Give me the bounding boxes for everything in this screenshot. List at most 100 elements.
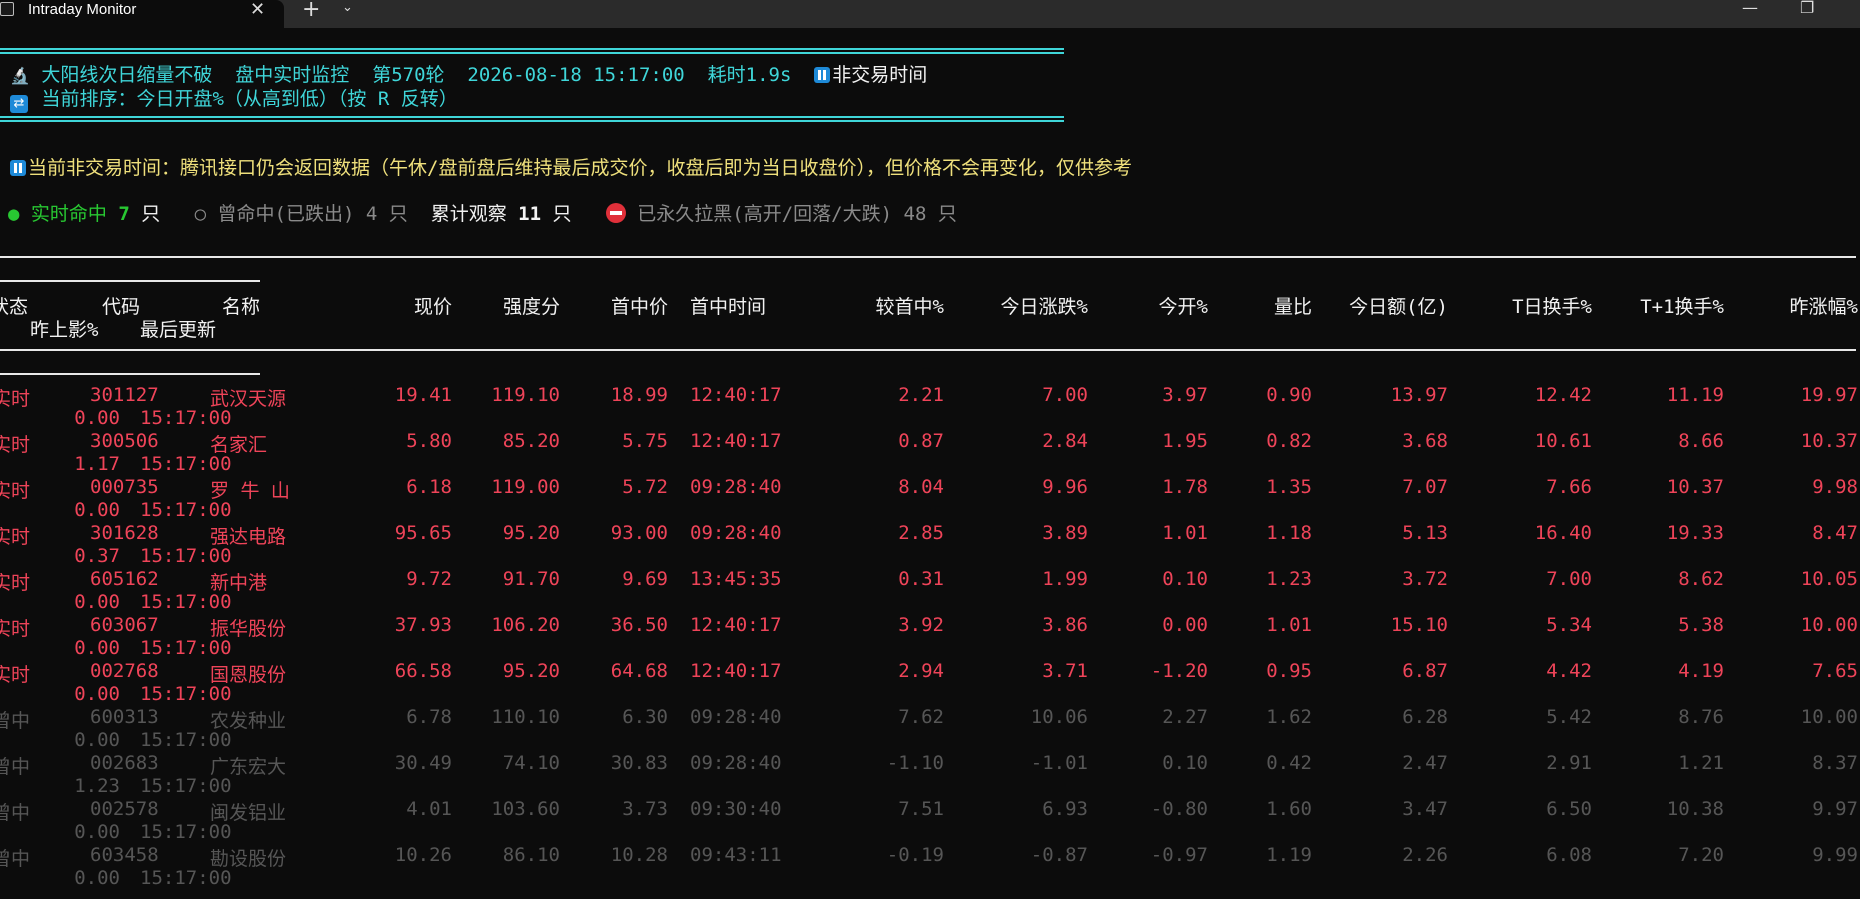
cell-first-time: 09:30:40 [690, 798, 782, 820]
notice-text: 当前非交易时间：腾讯接口仍会返回数据（午休/盘前盘后维持最后成交价，收盘后即为当… [28, 157, 1132, 179]
cell-t-turnover: 7.66 [1546, 476, 1592, 498]
cell-amount: 3.68 [1402, 430, 1448, 452]
cell-code: 000735 [90, 476, 159, 498]
cell-vol-ratio: 1.19 [1266, 844, 1312, 866]
cell-last-update: 15:17:00 [140, 407, 232, 429]
cell-first-price: 5.72 [622, 476, 668, 498]
strategy-name: 大阳线次日缩量不破 [41, 64, 213, 86]
cell-first-time: 09:28:40 [690, 752, 782, 774]
cell-amount: 15.10 [1390, 614, 1448, 636]
cell-prev-shadow: 0.00 [74, 867, 120, 889]
cell-t-turnover: 2.91 [1546, 752, 1592, 774]
cell-first-time: 13:45:35 [690, 568, 782, 590]
live-hits-count: 7 [118, 203, 130, 225]
tab-dropdown-icon[interactable]: ⌄ [342, 0, 353, 15]
cell-amount: 2.26 [1402, 844, 1448, 866]
cell-vs-first: -0.19 [886, 844, 944, 866]
pause-icon [814, 67, 831, 83]
cell-t1-turnover: 10.38 [1666, 798, 1724, 820]
cell-t1-turnover: 7.20 [1678, 844, 1724, 866]
cell-code: 301127 [90, 384, 159, 406]
cell-t-turnover: 4.42 [1546, 660, 1592, 682]
cell-open: 0.00 [1162, 614, 1208, 636]
notice-line: 当前非交易时间：腾讯接口仍会返回数据（午休/盘前盘后维持最后成交价，收盘后即为当… [10, 153, 1132, 180]
cell-first-price: 64.68 [610, 660, 668, 682]
cell-change: 3.71 [1042, 660, 1088, 682]
col-t1-turnover: T+1换手% [1640, 296, 1724, 318]
hollow-circle-icon: ○ [194, 203, 207, 225]
unit: 只 [552, 203, 572, 225]
banner-line-1: 🔬 大阳线次日缩量不破 盘中实时监控 第570轮 2026-08-18 15:1… [10, 60, 927, 87]
cell-vol-ratio: 1.60 [1266, 798, 1312, 820]
cell-vs-first: 2.94 [898, 660, 944, 682]
cell-code: 002578 [90, 798, 159, 820]
cell-first-price: 18.99 [610, 384, 668, 406]
cell-last-update: 15:17:00 [140, 729, 232, 751]
tab-close-icon[interactable]: ✕ [250, 0, 265, 20]
cell-t1-turnover: 8.66 [1678, 430, 1724, 452]
cell-price: 37.93 [394, 614, 452, 636]
col-change: 今日涨跌% [1000, 296, 1088, 318]
cell-code: 002768 [90, 660, 159, 682]
tab-intraday-monitor[interactable]: Intraday Monitor ✕ [0, 0, 284, 28]
cell-t-turnover: 10.61 [1534, 430, 1592, 452]
cell-vol-ratio: 1.35 [1266, 476, 1312, 498]
cell-prev-change: 8.37 [1812, 752, 1858, 774]
cell-prev-change: 9.97 [1812, 798, 1858, 820]
cell-price: 30.49 [394, 752, 452, 774]
cell-first-price: 9.69 [622, 568, 668, 590]
unit: 只 [937, 203, 957, 225]
cell-strength: 119.10 [491, 384, 560, 406]
cell-t-turnover: 7.00 [1546, 568, 1592, 590]
cell-open: 2.27 [1162, 706, 1208, 728]
cell-open: -1.20 [1150, 660, 1208, 682]
cell-price: 6.78 [406, 706, 452, 728]
cell-prev-shadow: 1.17 [74, 453, 120, 475]
banner-line-2: ⇄ 当前排序：今日开盘%（从高到低）（按 R 反转） [10, 84, 458, 113]
cell-code: 600313 [90, 706, 159, 728]
cell-first-price: 36.50 [610, 614, 668, 636]
cell-prev-change: 10.37 [1800, 430, 1858, 452]
cell-t1-turnover: 8.62 [1678, 568, 1724, 590]
cell-vol-ratio: 1.23 [1266, 568, 1312, 590]
cell-t1-turnover: 11.19 [1666, 384, 1724, 406]
cell-prev-change: 9.99 [1812, 844, 1858, 866]
cell-first-time: 09:28:40 [690, 476, 782, 498]
new-tab-button[interactable]: + [302, 0, 320, 22]
col-vol-ratio: 量比 [1273, 296, 1312, 318]
cell-amount: 6.28 [1402, 706, 1448, 728]
unit: 只 [388, 203, 408, 225]
cell-t-turnover: 5.42 [1546, 706, 1592, 728]
cell-prev-change: 7.65 [1812, 660, 1858, 682]
cell-change: 10.06 [1030, 706, 1088, 728]
cell-strength: 85.20 [502, 430, 560, 452]
cell-amount: 13.97 [1390, 384, 1448, 406]
past-hits-count: 4 [365, 203, 378, 225]
cell-prev-shadow: 0.00 [74, 407, 120, 429]
cell-vol-ratio: 0.82 [1266, 430, 1312, 452]
cell-prev-change: 9.98 [1812, 476, 1858, 498]
cell-code: 603458 [90, 844, 159, 866]
cell-price: 66.58 [394, 660, 452, 682]
table-top-rule [0, 256, 1856, 258]
cell-last-update: 15:17:00 [140, 499, 232, 521]
table-top-rule-short [0, 280, 260, 282]
cell-open: 3.97 [1162, 384, 1208, 406]
cell-prev-change: 19.97 [1800, 384, 1858, 406]
minimize-icon[interactable]: — [1742, 0, 1758, 17]
cell-vol-ratio: 0.90 [1266, 384, 1312, 406]
table-header-rule [0, 349, 1856, 351]
cell-first-time: 09:28:40 [690, 522, 782, 544]
restore-icon[interactable]: ❐ [1800, 0, 1814, 17]
cell-vs-first: 7.51 [898, 798, 944, 820]
terminal-icon [0, 2, 14, 16]
cell-first-time: 12:40:17 [690, 384, 782, 406]
cell-change: 3.89 [1042, 522, 1088, 544]
col-last-update: 最后更新 [140, 319, 217, 341]
cell-price: 5.80 [406, 430, 452, 452]
cell-strength: 119.00 [491, 476, 560, 498]
cell-t-turnover: 12.42 [1534, 384, 1592, 406]
cell-vs-first: 7.62 [898, 706, 944, 728]
col-t-turnover: T日换手% [1512, 296, 1592, 318]
col-price: 现价 [413, 296, 452, 318]
